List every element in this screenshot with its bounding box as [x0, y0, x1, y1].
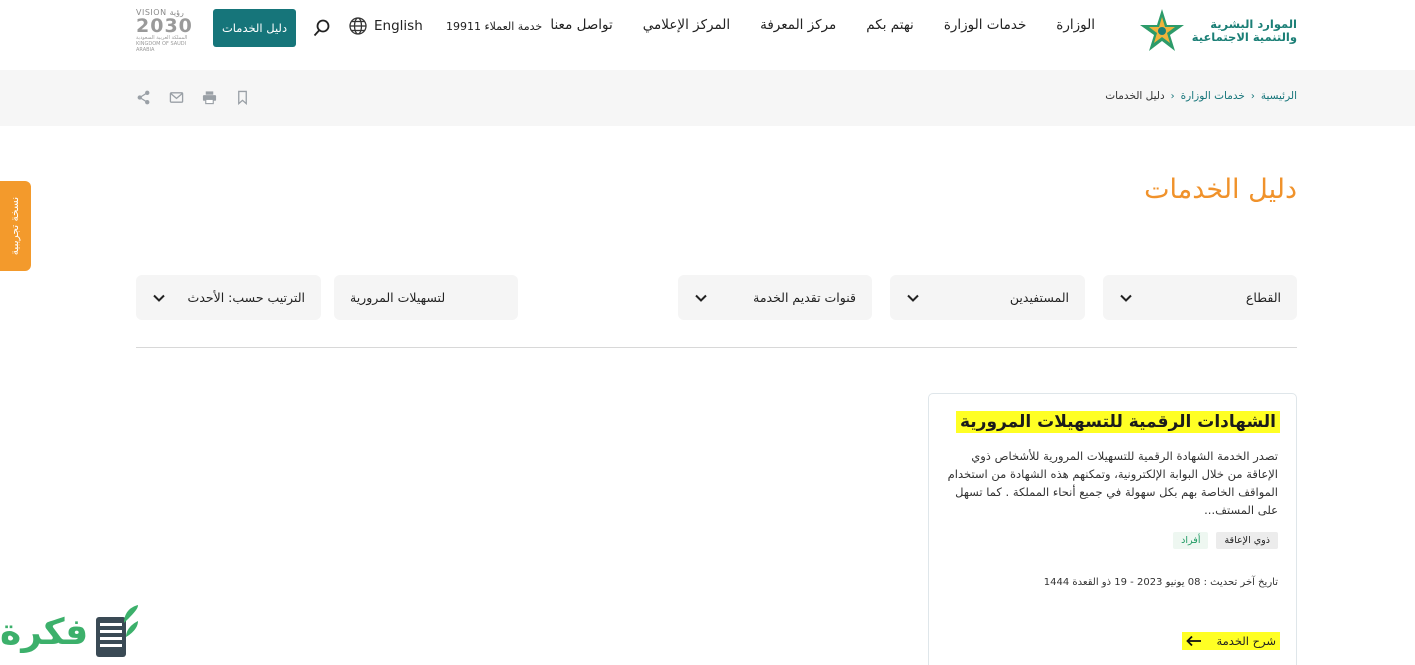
- service-search-value: لتسهيلات المرورية: [350, 290, 446, 305]
- breadcrumb-services[interactable]: خدمات الوزارة: [1181, 90, 1245, 102]
- book-leaf-icon: [96, 604, 139, 657]
- service-card[interactable]: الشهادات الرقمية للتسهيلات المرورية تصدر…: [928, 393, 1297, 665]
- service-explanation-label: شرح الخدمة: [1216, 634, 1276, 648]
- print-icon[interactable]: [202, 90, 217, 105]
- filters-divider: [136, 347, 1297, 348]
- page-title: دليل الخدمات: [1144, 174, 1297, 205]
- services-guide-button[interactable]: دليل الخدمات: [213, 9, 296, 47]
- arrow-left-icon: [1186, 635, 1202, 647]
- sector-filter[interactable]: القطاع: [1103, 275, 1297, 320]
- nav-item-contact[interactable]: تواصل معنا: [550, 17, 612, 33]
- service-explanation-link[interactable]: شرح الخدمة: [1182, 632, 1280, 650]
- ministry-logo[interactable]: الموارد البشرية والتنمية الاجتماعية: [1115, 6, 1297, 56]
- breadcrumb-bar: الرئيسية ‹ خدمات الوزارة ‹ دليل الخدمات: [0, 70, 1415, 126]
- vision-2030-logo: VISION رؤية 2030 المملكة العربية السعودي…: [136, 8, 194, 53]
- service-search-input[interactable]: لتسهيلات المرورية: [334, 275, 518, 320]
- chevron-down-icon: [1120, 294, 1132, 302]
- nav-item-ministry[interactable]: الوزارة: [1056, 17, 1095, 33]
- breadcrumb-home[interactable]: الرئيسية: [1261, 90, 1297, 102]
- bookmark-icon[interactable]: [235, 90, 250, 105]
- beneficiary-filter[interactable]: المستفيدين: [890, 275, 1085, 320]
- main-nav: الوزارة خدمات الوزارة نهتم بكم مركز المع…: [550, 17, 1095, 33]
- site-watermark: فكرة: [0, 600, 150, 665]
- vision-year: 2030: [136, 15, 193, 37]
- beneficiary-filter-label: المستفيدين: [1009, 290, 1069, 305]
- breadcrumb-current: دليل الخدمات: [1105, 90, 1165, 102]
- sort-dropdown[interactable]: الترتيب حسب: الأحدث: [136, 275, 321, 320]
- logo-line-2: والتنمية الاجتماعية: [1191, 30, 1297, 44]
- chevron-left-icon: ‹: [1170, 90, 1175, 102]
- language-switcher[interactable]: English: [348, 16, 423, 36]
- share-icon[interactable]: [136, 90, 151, 105]
- nav-item-knowledge[interactable]: مركز المعرفة: [760, 17, 836, 33]
- beta-version-tab[interactable]: نسخة تجريبية: [0, 181, 31, 271]
- chevron-down-icon: [695, 294, 707, 302]
- sector-filter-label: القطاع: [1245, 290, 1281, 305]
- globe-icon: [349, 17, 367, 35]
- service-card-title[interactable]: الشهادات الرقمية للتسهيلات المرورية: [955, 411, 1280, 433]
- breadcrumb: الرئيسية ‹ خدمات الوزارة ‹ دليل الخدمات: [1105, 90, 1297, 102]
- sort-dropdown-label: الترتيب حسب: الأحدث: [187, 290, 305, 305]
- ministry-emblem-icon: [1139, 9, 1184, 51]
- service-card-description: تصدر الخدمة الشهادة الرقمية للتسهيلات ال…: [947, 449, 1278, 517]
- logo-text: الموارد البشرية والتنمية الاجتماعية: [1192, 18, 1297, 44]
- language-label: English: [374, 18, 423, 34]
- customer-service-number[interactable]: خدمة العملاء 19911: [446, 20, 542, 33]
- chevron-left-icon: ‹: [1250, 90, 1255, 102]
- nav-item-media[interactable]: المركز الإعلامي: [643, 17, 730, 33]
- last-updated-date: تاريخ آخر تحديث : 08 يونيو 2023 - 19 ذو …: [1043, 577, 1278, 588]
- search-icon[interactable]: [312, 18, 332, 38]
- watermark-text: فكرة: [0, 611, 89, 653]
- chevron-down-icon: [907, 294, 919, 302]
- email-icon[interactable]: [169, 90, 184, 105]
- nav-item-care[interactable]: نهتم بكم: [866, 17, 914, 33]
- nav-item-services[interactable]: خدمات الوزارة: [944, 17, 1026, 33]
- chevron-down-icon: [153, 294, 165, 302]
- tag-individuals: أفراد: [1173, 532, 1209, 549]
- vision-kingdom: المملكة العربية السعودية KINGDOM OF SAUD…: [136, 35, 188, 53]
- service-card-tags: ذوي الإعاقة أفراد: [1173, 532, 1278, 549]
- channel-filter[interactable]: قنوات تقديم الخدمة: [678, 275, 872, 320]
- beta-version-label: نسخة تجريبية: [9, 196, 22, 256]
- channel-filter-label: قنوات تقديم الخدمة: [753, 290, 856, 305]
- tag-disability: ذوي الإعاقة: [1216, 532, 1278, 549]
- header: الموارد البشرية والتنمية الاجتماعية الوز…: [0, 0, 1415, 70]
- page-tools: [136, 90, 250, 105]
